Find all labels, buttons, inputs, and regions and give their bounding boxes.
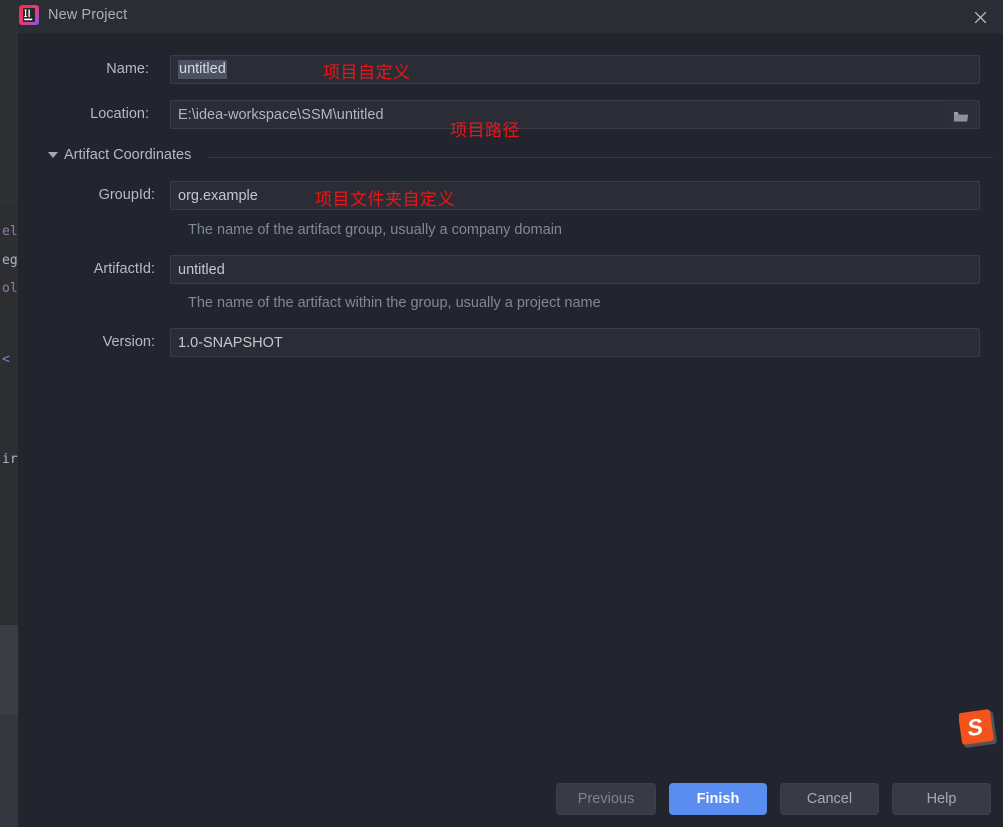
name-label: Name: [106, 61, 149, 77]
location-input[interactable]: E:\idea-workspace\SSM\untitled [170, 100, 980, 129]
annotation-group-id: 项目文件夹自定义 [315, 190, 455, 210]
location-row: Location: E:\idea-workspace\SSM\untitled… [18, 100, 1003, 141]
artifact-coordinates-section-header[interactable]: Artifact Coordinates [48, 146, 993, 168]
location-label: Location: [90, 106, 149, 122]
group-id-input[interactable]: org.example [170, 181, 980, 210]
editor-strip-panel [0, 625, 18, 715]
group-id-input-value: org.example [178, 187, 258, 204]
annotation-name: 项目自定义 [323, 63, 411, 83]
editor-code-fragment: ir [2, 452, 18, 467]
editor-code-fragment: el [2, 224, 18, 239]
chevron-down-icon[interactable] [48, 152, 58, 158]
dialog-title: New Project [48, 7, 128, 23]
intellij-idea-logo-icon [18, 4, 40, 26]
version-input[interactable]: 1.0-SNAPSHOT [170, 328, 980, 357]
folder-icon[interactable] [944, 102, 978, 128]
close-icon[interactable] [957, 0, 1003, 34]
group-id-row: GroupId: org.example 项目文件夹自定义 [18, 181, 1003, 211]
editor-code-fragment: eg [2, 253, 18, 268]
new-project-dialog: New Project Name: untitled 项目自定义 Locatio… [18, 0, 1003, 827]
editor-strip-upper [0, 0, 18, 205]
artifact-id-label: ArtifactId: [93, 261, 155, 277]
editor-code-fragment: < [2, 352, 10, 367]
section-title: Artifact Coordinates [64, 147, 192, 163]
section-divider [208, 157, 993, 158]
cancel-button[interactable]: Cancel [780, 783, 879, 815]
editor-strip-code [0, 205, 18, 625]
artifact-id-hint: The name of the artifact within the grou… [188, 295, 601, 311]
name-input-value: untitled [178, 60, 227, 79]
version-row: Version: 1.0-SNAPSHOT [18, 328, 1003, 358]
finish-button[interactable]: Finish [669, 783, 767, 815]
artifact-id-input[interactable]: untitled [170, 255, 980, 284]
version-label: Version: [102, 334, 155, 350]
sogou-logo-watermark: S [958, 707, 1001, 755]
name-row: Name: untitled 项目自定义 [18, 55, 1003, 85]
group-id-label: GroupId: [98, 187, 155, 203]
dialog-titlebar: New Project [18, 0, 1003, 35]
artifact-id-row: ArtifactId: untitled [18, 255, 1003, 285]
version-input-value: 1.0-SNAPSHOT [178, 334, 283, 351]
previous-button[interactable]: Previous [556, 783, 656, 815]
editor-strip-lower [0, 715, 18, 827]
annotation-location: 项目路径 [450, 121, 520, 141]
group-id-hint: The name of the artifact group, usually … [188, 222, 562, 238]
background-editor-window: el eg ol < ir [0, 0, 18, 827]
editor-code-fragment: ol [2, 281, 18, 296]
help-button[interactable]: Help [892, 783, 991, 815]
name-input[interactable]: untitled [170, 55, 980, 84]
artifact-id-input-value: untitled [178, 261, 225, 278]
dialog-button-bar: Previous Finish Cancel Help [18, 771, 1003, 827]
location-input-value: E:\idea-workspace\SSM\untitled [178, 106, 384, 123]
